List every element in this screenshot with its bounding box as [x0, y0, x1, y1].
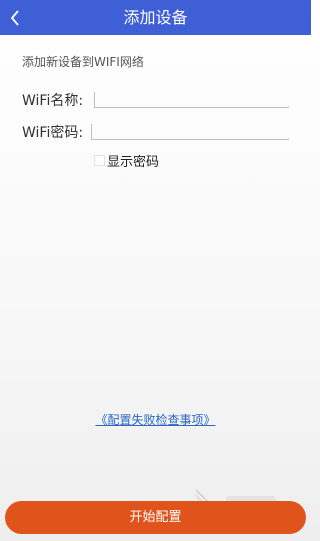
- wifi-password-input[interactable]: [91, 124, 289, 140]
- show-password-toggle[interactable]: 显示密码: [94, 151, 159, 170]
- wifi-password-label: WiFi密码:: [22, 125, 84, 141]
- page-title: 添加设备: [123, 8, 188, 27]
- start-configuration-button[interactable]: 开始配置: [5, 501, 306, 534]
- form-subtitle: 添加新设备到WIFI网络: [22, 55, 144, 69]
- title-bar: 添加设备: [0, 0, 311, 35]
- show-password-checkbox[interactable]: [94, 155, 105, 166]
- show-password-label: 显示密码: [107, 155, 160, 170]
- wifi-name-input[interactable]: [94, 92, 289, 108]
- wifi-name-label: WiFi名称:: [22, 93, 84, 109]
- config-failure-help-link[interactable]: 《配置失败检查事项》: [0, 411, 311, 428]
